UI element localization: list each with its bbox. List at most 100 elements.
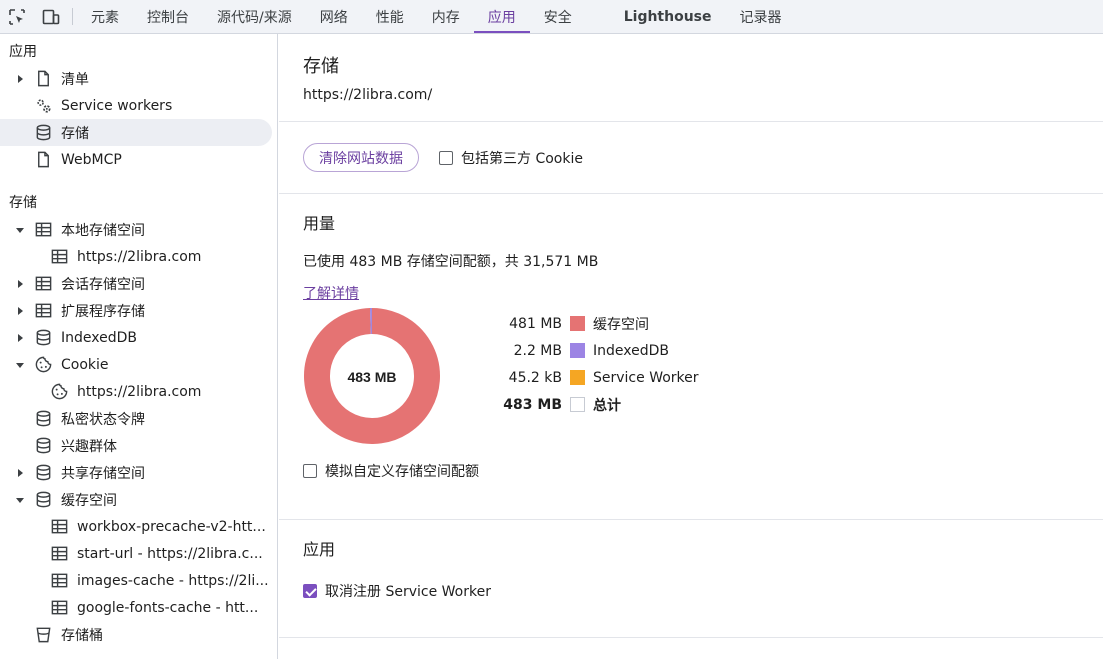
usage-section: 用量 已使用 483 MB 存储空间配额，共 31,571 MB 了解详情 48…	[279, 210, 1103, 520]
legend-value: 483 MB	[503, 396, 562, 413]
chevron-right-icon[interactable]	[9, 468, 31, 478]
sidebar-item-label: IndexedDB	[61, 329, 137, 346]
legend-row: 2.2 MB IndexedDB	[498, 337, 699, 364]
usage-title: 用量	[303, 214, 336, 233]
tab-performance[interactable]: 性能	[362, 0, 418, 33]
simulate-quota-option[interactable]: 模拟自定义存储空间配额	[303, 461, 1079, 481]
sidebar-item-label: https://2libra.com	[77, 248, 202, 265]
chevron-down-icon[interactable]	[9, 225, 31, 235]
sidebar-item-label: Cookie	[61, 356, 109, 373]
sidebar-item-label: 清单	[61, 71, 89, 88]
simulate-quota-checkbox[interactable]	[303, 464, 317, 478]
sidebar-item-label: 存储桶	[61, 627, 103, 644]
sidebar-item-extension-storage[interactable]: 扩展程序存储	[0, 297, 277, 324]
sidebar-item-service-workers[interactable]: Service workers	[0, 92, 277, 119]
tab-sources[interactable]: 源代码/来源	[203, 0, 306, 33]
sidebar-item-label: 会话存储空间	[61, 276, 145, 293]
table-icon	[31, 300, 55, 322]
devtools-tabbar: 元素 控制台 源代码/来源 网络 性能 内存 应用 安全 Lighthouse …	[0, 0, 1103, 34]
legend-value: 2.2 MB	[513, 342, 562, 359]
application-section: 应用 取消注册 Service Worker	[279, 536, 1103, 638]
chevron-right-icon[interactable]	[9, 306, 31, 316]
legend-value: 45.2 kB	[508, 369, 562, 386]
document-icon	[31, 68, 55, 90]
sidebar-item-interest-groups[interactable]: 兴趣群体	[0, 432, 277, 459]
sidebar-item-session-storage[interactable]: 会话存储空间	[0, 270, 277, 297]
include-third-party-cookies[interactable]: 包括第三方 Cookie	[439, 148, 583, 168]
sidebar-item-local-storage[interactable]: 本地存储空间	[0, 216, 277, 243]
sidebar-item-label: start-url - https://2libra.c...	[77, 545, 263, 562]
table-icon	[47, 597, 71, 619]
clear-data-row: 清除网站数据 包括第三方 Cookie	[279, 122, 1103, 194]
sidebar-item-label: 缓存空间	[61, 492, 117, 509]
usage-legend: 481 MB 缓存空间 2.2 MB IndexedDB 45.2 kB Service …	[498, 310, 699, 418]
legend-swatch	[570, 316, 585, 331]
sidebar-item-label: 共享存储空间	[61, 465, 145, 482]
sidebar-item-cache-entry[interactable]: google-fonts-cache - htt...	[0, 594, 277, 621]
chevron-down-icon[interactable]	[9, 360, 31, 370]
usage-donut-chart: 483 MB	[304, 307, 440, 444]
legend-label: Service Worker	[593, 369, 699, 386]
chevron-right-icon[interactable]	[9, 333, 31, 343]
tab-security[interactable]: 安全	[530, 0, 586, 33]
sidebar-item-manifest[interactable]: 清单	[0, 65, 277, 92]
sidebar-item-shared-storage[interactable]: 共享存储空间	[0, 459, 277, 486]
sidebar-section-app: 应用	[9, 44, 37, 60]
tab-lighthouse[interactable]: Lighthouse	[610, 0, 726, 33]
tab-elements[interactable]: 元素	[77, 0, 133, 33]
origin-url: https://2libra.com/	[303, 87, 433, 103]
sidebar-item-indexeddb[interactable]: IndexedDB	[0, 324, 277, 351]
sidebar-item-storage-buckets[interactable]: 存储桶	[0, 621, 277, 648]
sidebar-item-label: Service workers	[61, 97, 173, 114]
sidebar-item-label: https://2libra.com	[77, 383, 202, 400]
sidebar-item-cache-entry[interactable]: workbox-precache-v2-htt...	[0, 513, 277, 540]
tab-console[interactable]: 控制台	[133, 0, 203, 33]
sidebar-item-cache-entry[interactable]: start-url - https://2libra.c...	[0, 540, 277, 567]
device-toolbar-icon[interactable]	[34, 0, 68, 33]
chevron-right-icon[interactable]	[9, 279, 31, 289]
donut-center-label: 483 MB	[347, 369, 396, 385]
page-title: 存储	[303, 56, 339, 77]
include-third-party-checkbox[interactable]	[439, 150, 453, 165]
sidebar-item-cache-storage[interactable]: 缓存空间	[0, 486, 277, 513]
tab-memory[interactable]: 内存	[418, 0, 474, 33]
sidebar-item-label: images-cache - https://2li...	[77, 572, 269, 589]
tab-network[interactable]: 网络	[306, 0, 362, 33]
chevron-down-icon[interactable]	[9, 495, 31, 505]
legend-label: IndexedDB	[593, 342, 669, 359]
bucket-icon	[31, 624, 55, 646]
storage-section-title: 存储	[303, 654, 1079, 659]
legend-total-row: 483 MB 总计	[498, 391, 699, 418]
sidebar-item-cookies[interactable]: Cookie	[0, 351, 277, 378]
sidebar-item-cache-entry[interactable]: images-cache - https://2li...	[0, 567, 277, 594]
sidebar-item-storage[interactable]: 存储	[0, 119, 272, 146]
unregister-service-worker-option[interactable]: 取消注册 Service Worker	[303, 581, 1079, 601]
sidebar-item-local-origin[interactable]: https://2libra.com	[0, 243, 277, 270]
table-icon	[47, 570, 71, 592]
database-icon	[31, 408, 55, 430]
table-icon	[47, 543, 71, 565]
sidebar-item-label: workbox-precache-v2-htt...	[77, 518, 266, 535]
sidebar-item-label: WebMCP	[61, 151, 122, 168]
inspect-element-icon[interactable]	[0, 0, 34, 33]
tab-application[interactable]: 应用	[473, 0, 530, 33]
cookie-icon	[31, 354, 55, 376]
sidebar-item-webmcp[interactable]: WebMCP	[0, 146, 277, 173]
clear-site-data-button[interactable]: 清除网站数据	[303, 143, 419, 172]
legend-swatch	[570, 397, 585, 412]
unregister-sw-checkbox[interactable]	[303, 584, 317, 598]
sidebar-item-label: 存储	[61, 125, 89, 142]
chevron-right-icon[interactable]	[9, 74, 31, 84]
sidebar-item-private-state-tokens[interactable]: 私密状态令牌	[0, 405, 277, 432]
sidebar-item-cookie-origin[interactable]: https://2libra.com	[0, 378, 277, 405]
usage-chart: 483 MB 481 MB 缓存空间 2.2 MB IndexedDB 45.2 kB S…	[303, 307, 1079, 447]
table-icon	[31, 273, 55, 295]
legend-value: 481 MB	[509, 315, 562, 332]
database-icon	[31, 327, 55, 349]
usage-summary: 已使用 483 MB 存储空间配额，共 31,571 MB	[303, 254, 599, 270]
storage-panel: 存储 https://2libra.com/ 清除网站数据 包括第三方 Cook…	[279, 34, 1103, 659]
database-icon	[31, 462, 55, 484]
gears-icon	[31, 95, 55, 117]
tab-recorder[interactable]: 记录器	[726, 0, 796, 33]
learn-more-link[interactable]: 了解详情	[303, 283, 359, 303]
